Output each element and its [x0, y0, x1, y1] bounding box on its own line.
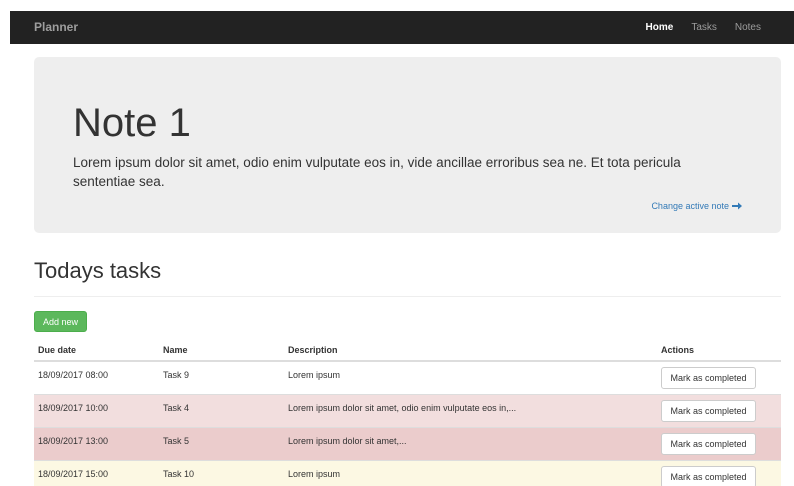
add-new-button[interactable]: Add new [34, 311, 87, 332]
table-row: 18/09/2017 15:00 Task 10 Lorem ipsum Mar… [34, 459, 781, 486]
tasks-table: Due date Name Description Actions 18/09/… [34, 339, 781, 486]
task-due-date: 18/09/2017 08:00 [34, 360, 159, 394]
table-row: 18/09/2017 10:00 Task 4 Lorem ipsum dolo… [34, 393, 781, 427]
brand-logo[interactable]: Planner [34, 11, 78, 44]
mark-as-completed-button[interactable]: Mark as completed [661, 399, 756, 422]
section-divider [34, 296, 781, 297]
task-due-date: 18/09/2017 13:00 [34, 426, 159, 460]
section-title: Todays tasks [34, 258, 162, 283]
column-header-description: Description [284, 339, 657, 362]
column-header-name: Name [159, 339, 284, 362]
note-body: Lorem ipsum dolor sit amet, odio enim vu… [73, 155, 681, 189]
task-due-date: 18/09/2017 10:00 [34, 393, 159, 427]
nav-tasks-link[interactable]: Tasks [682, 11, 726, 44]
task-name: Task 4 [159, 393, 284, 427]
task-name: Task 5 [159, 426, 284, 460]
table-header-row: Due date Name Description Actions [34, 339, 781, 362]
task-name: Task 10 [159, 459, 284, 486]
nav-links: Home Tasks Notes [637, 11, 794, 44]
task-name: Task 9 [159, 360, 284, 394]
task-actions: Mark as completed [657, 393, 781, 427]
mark-as-completed-button[interactable]: Mark as completed [661, 432, 756, 455]
change-active-note-label: Change active note [651, 201, 729, 211]
nav-notes-link[interactable]: Notes [726, 11, 794, 44]
task-actions: Mark as completed [657, 360, 781, 394]
mark-as-completed-button[interactable]: Mark as completed [661, 367, 756, 389]
navbar: Planner Home Tasks Notes [10, 11, 794, 44]
mark-as-completed-button[interactable]: Mark as completed [661, 465, 756, 486]
column-header-actions: Actions [657, 339, 781, 362]
column-header-due-date: Due date [34, 339, 159, 362]
task-actions: Mark as completed [657, 426, 781, 460]
active-note-panel: Note 1 Lorem ipsum dolor sit amet, odio … [34, 57, 781, 233]
task-actions: Mark as completed [657, 459, 781, 486]
task-description: Lorem ipsum dolor sit amet, odio enim vu… [284, 393, 657, 427]
note-title: Note 1 [73, 101, 191, 145]
task-due-date: 18/09/2017 15:00 [34, 459, 159, 486]
task-description: Lorem ipsum [284, 360, 657, 394]
arrow-right-icon [732, 202, 742, 210]
task-description: Lorem ipsum [284, 459, 657, 486]
task-description: Lorem ipsum dolor sit amet,... [284, 426, 657, 460]
change-active-note-link[interactable]: Change active note [651, 201, 742, 211]
table-row: 18/09/2017 13:00 Task 5 Lorem ipsum dolo… [34, 426, 781, 460]
nav-home-link[interactable]: Home [637, 11, 683, 44]
table-row: 18/09/2017 08:00 Task 9 Lorem ipsum Mark… [34, 360, 781, 394]
